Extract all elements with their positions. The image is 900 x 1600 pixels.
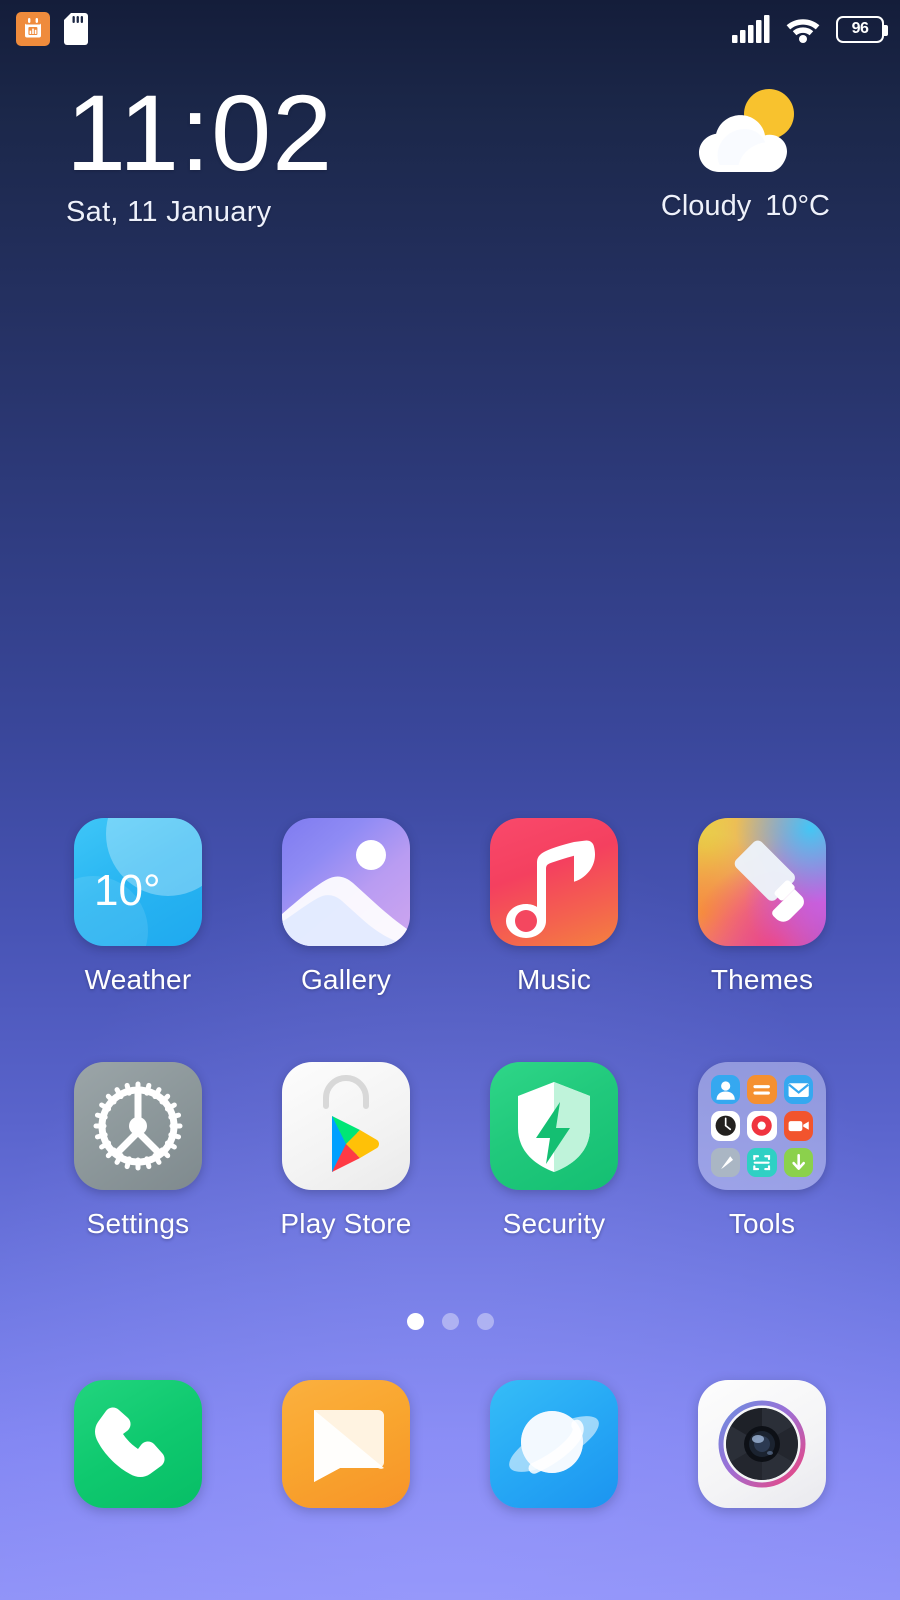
page-dot-3[interactable] [476,1313,494,1330]
app-play-store[interactable]: Play Store [242,1062,450,1240]
phone-handset-icon [74,1380,202,1508]
weather-summary: Cloudy 10°C [661,190,830,223]
weather-temperature: 10°C [765,190,830,222]
phone-handset-glyph [95,1407,165,1477]
mini-notes-icon [747,1075,777,1105]
gallery-mountain-shape [282,876,410,946]
play-store-glyph [323,1075,379,1172]
app-security[interactable]: Security [450,1062,658,1240]
clock-date: Sat, 11 January [66,196,272,229]
dock-camera[interactable]: Camera [658,1380,866,1508]
gear-icon [74,1062,202,1190]
folder-mini-grid [698,1062,826,1190]
app-label: Weather [84,964,192,995]
battery-icon: 96 [836,15,888,43]
shield-bolt-icon [490,1062,618,1190]
mini-scanner-icon [747,1147,777,1177]
page-dot-2[interactable] [441,1313,459,1330]
dock-browser[interactable]: Browser [450,1380,658,1508]
home-widget-row: 11:02 Sat, 11 January Cloudy 10°C [0,72,900,268]
folder-icon [698,1062,826,1190]
clock-time: 11:02 [66,72,334,193]
clock-widget[interactable]: 11:02 Sat, 11 January [66,72,334,229]
mini-mail-icon [783,1075,813,1105]
paint-brush-icon [698,818,826,946]
app-label: Themes [710,964,814,995]
speech-bubble-glyph [314,1410,384,1482]
sd-card-icon [64,13,88,45]
status-bar-right: 96 [732,15,888,43]
battery-percent-label: 96 [851,20,869,37]
mini-compass-icon [711,1147,741,1177]
speech-bubble-icon [282,1380,410,1508]
app-label: Settings [86,1208,190,1239]
notification-app-icon[interactable] [16,12,50,46]
music-note-glyph [506,840,595,938]
dock-phone[interactable]: Phone [34,1380,242,1508]
status-bar-left [16,12,88,46]
weather-icon-temp: 10° [94,866,161,915]
app-label: Tools [728,1208,796,1239]
play-store-icon [282,1062,410,1190]
app-label: Play Store [280,1208,412,1239]
app-themes[interactable]: Themes [658,818,866,996]
app-music[interactable]: Music [450,818,658,996]
mini-downloads-icon [783,1147,813,1177]
weather-widget[interactable]: Cloudy 10°C [661,88,830,223]
weather-condition: Cloudy [660,190,752,222]
paint-brush-glyph [734,840,804,922]
gallery-icon [282,818,410,946]
page-indicator[interactable] [0,1313,900,1330]
mini-recorder-icon [747,1111,777,1141]
gear-glyph [93,1081,183,1171]
notification-glyph [25,18,41,38]
app-label: Music [516,964,592,995]
app-grid: 10° Weather Gallery Music Themes Setting… [0,818,900,1240]
signal-icon [732,15,770,43]
app-label: Gallery [300,964,392,995]
mini-video-icon [783,1111,813,1141]
mini-contacts-icon [711,1075,741,1105]
sun-behind-cloud-icon [699,89,795,172]
app-weather[interactable]: 10° Weather [34,818,242,996]
wifi-icon [786,18,820,43]
app-gallery[interactable]: Gallery [242,818,450,996]
camera-lens-icon [698,1380,826,1508]
planet-glyph [509,1411,599,1474]
page-dot-1[interactable] [406,1313,424,1330]
planet-icon [490,1380,618,1508]
shield-glyph [518,1082,590,1172]
weather-icon: 10° [74,818,202,946]
dock: Phone Messaging [0,1380,900,1508]
status-bar: 96 [0,0,900,58]
app-label: Security [502,1208,606,1239]
folder-tools[interactable]: Tools [658,1062,866,1240]
mini-clock-icon [711,1111,741,1141]
app-settings[interactable]: Settings [34,1062,242,1240]
music-note-icon [490,818,618,946]
camera-lens-glyph [718,1400,806,1488]
dock-messaging[interactable]: Messaging [242,1380,450,1508]
